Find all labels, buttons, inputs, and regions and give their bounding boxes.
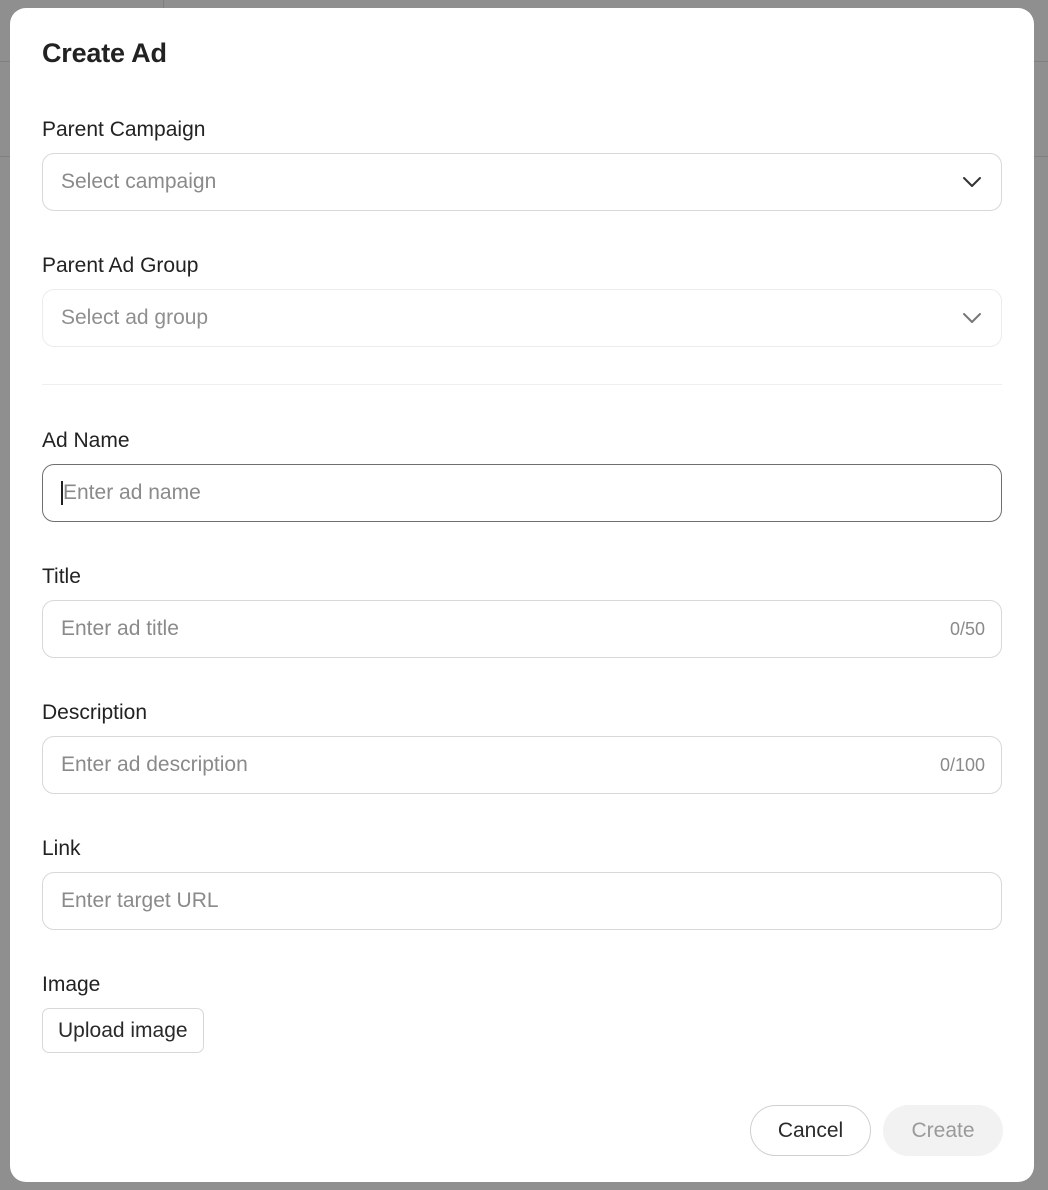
link-input[interactable]: Enter target URL (42, 872, 1002, 930)
title-placeholder: Enter ad title (61, 617, 179, 640)
parent-campaign-label: Parent Campaign (42, 118, 206, 141)
create-ad-modal: Create Ad Parent Campaign Select campaig… (10, 8, 1034, 1182)
parent-ad-group-placeholder: Select ad group (61, 306, 209, 329)
ad-name-placeholder: Enter ad name (63, 481, 201, 504)
link-label: Link (42, 837, 81, 860)
section-divider (42, 384, 1002, 385)
parent-campaign-placeholder: Select campaign (61, 170, 217, 193)
description-input[interactable]: Enter ad description 0/100 (42, 736, 1002, 794)
parent-ad-group-select[interactable]: Select ad group (42, 289, 1002, 347)
parent-campaign-select[interactable]: Select campaign (42, 153, 1002, 211)
cancel-button[interactable]: Cancel (750, 1105, 871, 1156)
image-label: Image (42, 973, 101, 996)
description-label: Description (42, 701, 148, 724)
title-char-counter: 0/50 (949, 618, 985, 639)
parent-ad-group-label: Parent Ad Group (42, 254, 199, 277)
description-char-counter: 0/100 (939, 754, 985, 775)
title-label: Title (42, 565, 81, 588)
title-input[interactable]: Enter ad title 0/50 (42, 600, 1002, 658)
ad-name-label: Ad Name (42, 429, 130, 452)
link-placeholder: Enter target URL (61, 889, 219, 912)
description-placeholder: Enter ad description (61, 753, 248, 776)
chevron-down-icon (961, 171, 983, 193)
upload-image-button[interactable]: Upload image (42, 1008, 204, 1053)
chevron-down-icon (961, 307, 983, 329)
create-button[interactable]: Create (883, 1105, 1003, 1156)
modal-title: Create Ad (42, 38, 167, 68)
ad-name-input[interactable]: Enter ad name (42, 464, 1002, 522)
